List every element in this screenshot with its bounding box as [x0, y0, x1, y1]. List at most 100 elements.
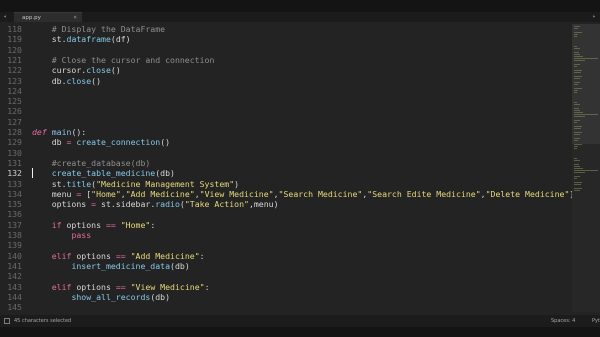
line-code[interactable]: show_all_records(db)	[32, 292, 170, 302]
line-number: 122	[7, 65, 22, 76]
code-token: radio	[155, 199, 180, 210]
line-number: 142	[7, 271, 22, 282]
code-token: db	[32, 137, 67, 148]
tab-scroll-left-icon[interactable]: ◂	[3, 12, 7, 22]
line-code[interactable]: create_table_medicine(db)	[32, 168, 175, 178]
minimap-line	[574, 116, 585, 117]
code-line[interactable]: 128 def main():	[0, 127, 570, 137]
minimap-line	[574, 138, 580, 139]
code-line[interactable]: 134 menu = ["Home","Add Medicine","View …	[0, 189, 574, 199]
editor-window: ◂ app.py × ▸ 118 # Display the DataFrame…	[0, 12, 600, 327]
code-editor[interactable]: 118 # Display the DataFrame 119 st.datafr…	[0, 24, 600, 312]
panel-toggle-icon[interactable]	[4, 318, 10, 324]
line-code[interactable]: insert_medicine_data(db)	[32, 261, 189, 271]
code-token: show_all_records	[71, 291, 151, 302]
indentation-status[interactable]: Spaces: 4	[551, 315, 575, 327]
code-line[interactable]: 127	[0, 117, 570, 127]
code-token: "Home"	[120, 219, 151, 230]
code-token: options	[71, 250, 116, 261]
line-code[interactable]: elif options == "Add Medicine":	[32, 251, 205, 261]
code-token: create_connection	[76, 137, 161, 148]
line-code[interactable]: db = create_connection()	[32, 137, 170, 147]
minimap-line	[574, 168, 584, 169]
tab-close-icon[interactable]: ×	[73, 13, 77, 23]
code-token: ==	[115, 250, 126, 261]
line-code[interactable]: st.title("Medicine Management System")	[32, 179, 239, 189]
line-number: 126	[7, 106, 22, 117]
code-line[interactable]: 118 # Display the DataFrame	[0, 24, 570, 34]
line-number: 135	[7, 199, 22, 210]
code-line[interactable]: 126	[0, 106, 570, 116]
code-line[interactable]: 125	[0, 96, 570, 106]
minimap-line	[574, 134, 581, 135]
code-line[interactable]: 119 st.dataframe(df)	[0, 34, 570, 44]
code-token: db.	[32, 75, 67, 86]
code-line[interactable]: 135 options = st.sidebar.radio("Take Act…	[0, 199, 570, 209]
line-code[interactable]: if options == "Home":	[32, 219, 156, 230]
code-token: (df)	[110, 34, 131, 45]
code-line[interactable]: 138 pass	[0, 230, 570, 240]
code-line[interactable]: 129 db = create_connection()	[0, 137, 570, 147]
line-code[interactable]: # Display the DataFrame	[32, 24, 165, 34]
minimap-line	[574, 104, 581, 105]
line-number: 137	[7, 219, 22, 230]
line-code[interactable]: def main():	[32, 127, 86, 137]
code-token: (db)	[150, 291, 171, 302]
code-line[interactable]: 141 insert_medicine_data(db)	[0, 261, 570, 271]
syntax-status[interactable]: Pyt	[592, 315, 600, 327]
code-line[interactable]: 124	[0, 86, 570, 96]
code-line[interactable]: 137 if options == "Home":	[0, 220, 570, 230]
code-line[interactable]: 145	[0, 302, 570, 312]
minimap-line	[574, 160, 581, 161]
minimap[interactable]	[572, 24, 600, 312]
code-token: (db)	[155, 168, 175, 179]
code-line[interactable]: 133 st.title("Medicine Management System…	[0, 179, 570, 189]
line-code[interactable]: menu = ["Home","Add Medicine","View Medi…	[32, 188, 575, 199]
code-line[interactable]: 144 show_all_records(db)	[0, 292, 570, 302]
code-line[interactable]: 139	[0, 240, 570, 250]
code-token: #create_database(db)	[32, 157, 151, 168]
line-number: 124	[7, 85, 22, 96]
line-number: 119	[7, 34, 22, 45]
minimap-line	[574, 48, 581, 49]
code-line[interactable]: 121 # Close the cursor and connection	[0, 55, 570, 65]
code-token: def	[32, 127, 47, 137]
code-token: st.	[32, 178, 67, 189]
code-line[interactable]: 142	[0, 271, 570, 281]
code-line[interactable]: 132 create_table_medicine(db)	[0, 168, 570, 178]
code-line[interactable]: 140 elif options == "Add Medicine":	[0, 251, 570, 261]
minimap-line	[574, 132, 582, 133]
line-code[interactable]: #create_database(db)	[32, 157, 151, 168]
tab-app-py[interactable]: app.py ×	[14, 12, 82, 22]
minimap-line	[574, 158, 577, 159]
line-code[interactable]: st.dataframe(df)	[32, 34, 131, 44]
code-line[interactable]: 143 elif options == "View Medicine":	[0, 282, 570, 292]
code-token: # Close the cursor and connection	[32, 54, 215, 65]
line-code[interactable]: elif options == "View Medicine":	[32, 282, 210, 292]
code-line[interactable]: 123 db.close()	[0, 76, 570, 86]
minimap-line	[574, 122, 577, 123]
code-line[interactable]: 131 #create_database(db)	[0, 158, 570, 168]
line-code[interactable]: cursor.close()	[32, 65, 121, 75]
code-token: "View Medicine"	[199, 188, 274, 199]
minimap-line	[574, 36, 578, 37]
minimap-line	[574, 144, 583, 145]
code-line[interactable]: 136	[0, 209, 570, 219]
line-number: 144	[7, 291, 22, 302]
minimap-line	[574, 176, 580, 177]
code-line[interactable]: 122 cursor.close()	[0, 65, 570, 75]
code-token: options	[61, 219, 106, 230]
minimap-line	[574, 126, 582, 127]
tab-scroll-right-icon[interactable]: ▸	[592, 12, 596, 22]
line-code[interactable]: options = st.sidebar.radio("Take Action"…	[32, 199, 279, 209]
line-code[interactable]: db.close()	[32, 76, 101, 86]
minimap-line	[574, 178, 577, 179]
code-line[interactable]: 120	[0, 45, 570, 55]
line-code[interactable]: pass	[32, 230, 91, 240]
code-line[interactable]: 130	[0, 148, 570, 158]
minimap-line	[574, 28, 579, 29]
line-code[interactable]: # Close the cursor and connection	[32, 54, 215, 65]
